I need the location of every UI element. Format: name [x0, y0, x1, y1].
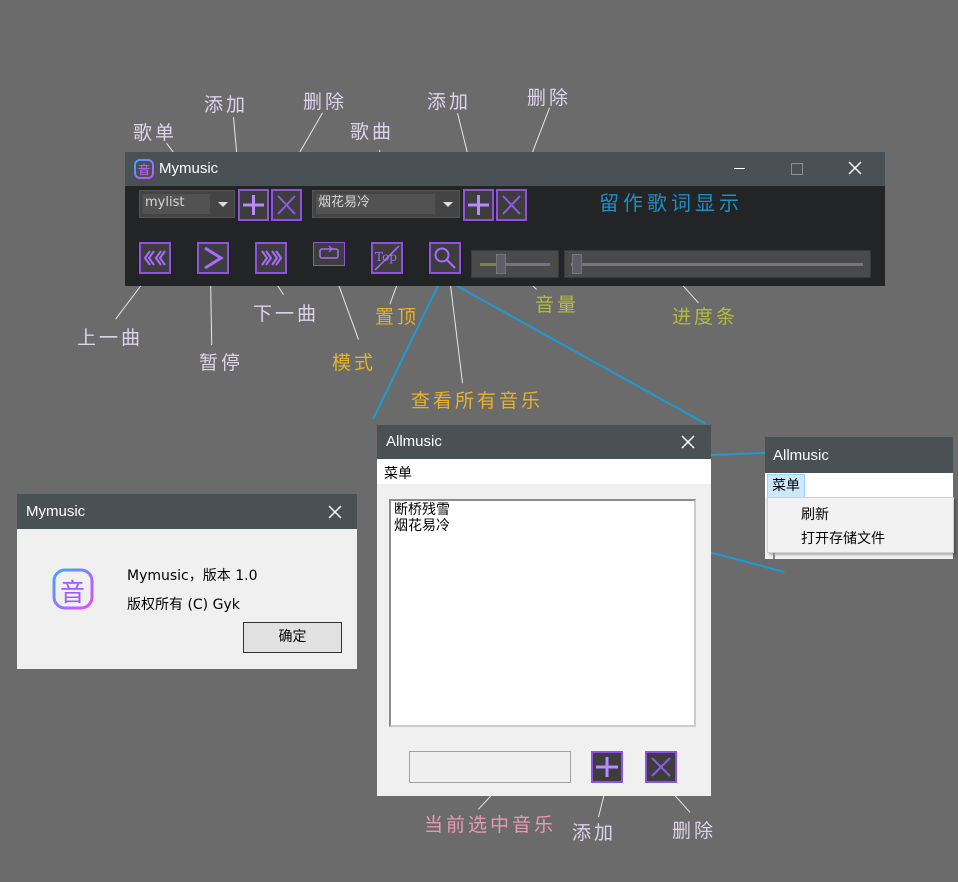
app-icon: 音 [52, 568, 94, 610]
annotation-pause: 暂停 [199, 352, 244, 374]
app-icon: 音 [134, 159, 154, 179]
annotation-prev: 上一曲 [77, 327, 144, 349]
window-title: Mymusic [159, 160, 219, 177]
close-button[interactable] [675, 429, 701, 455]
cross-icon [651, 757, 671, 777]
connector-line [115, 280, 145, 320]
progress-slider[interactable] [564, 250, 871, 278]
cross-icon [502, 195, 521, 215]
add-playlist-button[interactable] [238, 189, 269, 221]
annotation-song: 歌曲 [350, 121, 395, 143]
current-selected-field[interactable] [409, 751, 571, 783]
window-title: Allmusic [773, 447, 829, 464]
annotation-pin-top: 置顶 [375, 306, 420, 328]
menu-item-menu[interactable]: 菜单 [384, 463, 412, 483]
view-all-button[interactable] [429, 242, 461, 274]
menu-item-menu[interactable]: 菜单 [767, 474, 805, 498]
add-song-button[interactable] [463, 189, 494, 221]
song-combo[interactable]: 烟花易冷 [312, 190, 460, 218]
list-edge [773, 553, 775, 559]
delete-playlist-button[interactable] [271, 189, 302, 221]
annotation-add-playlist: 添加 [204, 94, 249, 116]
annotation-view-all: 查看所有音乐 [411, 390, 544, 412]
menu-item-open-storage[interactable]: 打开存储文件 [801, 528, 885, 548]
annotation-add-bottom: 添加 [572, 822, 617, 844]
ok-button[interactable]: 确定 [243, 622, 342, 653]
annotation-delete-bottom: 删除 [672, 820, 717, 842]
maximize-icon [791, 163, 803, 175]
menubar: 菜单 [377, 459, 711, 484]
chevron-down-icon[interactable] [212, 191, 234, 217]
volume-slider[interactable] [471, 250, 559, 278]
annotation-current-selected: 当前选中音乐 [424, 814, 557, 836]
plus-icon [468, 195, 489, 215]
close-icon [328, 505, 342, 519]
cross-icon [277, 195, 296, 215]
progress-thumb[interactable] [571, 254, 582, 274]
maximize-button[interactable] [785, 156, 809, 180]
menu-popup-window: Allmusic 菜单 刷新 打开存储文件 [765, 437, 954, 559]
window-title: Mymusic [26, 503, 86, 520]
annotation-add-song: 添加 [427, 91, 472, 113]
search-icon [434, 247, 456, 269]
rewind-icon [143, 250, 166, 266]
volume-thumb[interactable] [496, 254, 506, 274]
plus-icon [596, 757, 618, 777]
song-value: 烟花易冷 [316, 194, 435, 214]
annotation-progress: 进度条 [672, 306, 739, 328]
about-version: Mymusic，版本 1.0 [127, 568, 258, 584]
lyrics-area: 留作歌词显示 [599, 191, 743, 215]
close-button[interactable] [843, 156, 867, 180]
pause-button[interactable] [197, 242, 229, 274]
main-window: 音 Mymusic mylist 烟花易冷 留作歌词显示 Top [125, 152, 885, 286]
plus-icon [243, 195, 264, 215]
close-button[interactable] [322, 499, 348, 525]
about-copyright: 版权所有 (C) Gyk [127, 597, 240, 613]
popup-titlebar: Allmusic [765, 437, 953, 473]
allmusic-window: Allmusic 菜单 断桥残雪 烟花易冷 [377, 425, 711, 796]
next-button[interactable] [255, 242, 287, 274]
annotation-volume: 音量 [535, 294, 580, 316]
delete-song-button[interactable] [496, 189, 527, 221]
connector-line [449, 277, 464, 384]
annotation-next: 下一曲 [253, 303, 320, 325]
add-bottom-button[interactable] [591, 751, 623, 783]
minimize-icon [734, 168, 745, 169]
chevron-down-icon[interactable] [437, 191, 459, 217]
close-icon [681, 435, 695, 449]
about-dialog: Mymusic 音 Mymusic，版本 1.0 版权所有 (C) Gyk 确定 [17, 494, 357, 669]
annotation-delete-song: 删除 [527, 87, 572, 109]
annotation-delete-playlist: 删除 [303, 91, 348, 113]
pin-top-button[interactable]: Top [371, 242, 403, 274]
list-item[interactable]: 断桥残雪 [394, 502, 450, 518]
progress-track [571, 263, 863, 266]
window-title: Allmusic [386, 433, 442, 450]
repeat-icon [319, 245, 339, 259]
annotation-playlist: 歌单 [133, 122, 178, 144]
list-item[interactable]: 烟花易冷 [394, 518, 450, 534]
playlist-combo[interactable]: mylist [139, 190, 235, 218]
allmusic-titlebar: Allmusic [377, 425, 711, 459]
mode-button[interactable] [313, 242, 345, 266]
play-icon [204, 246, 224, 270]
menubar: 菜单 [765, 473, 953, 498]
fast-forward-icon [261, 250, 283, 266]
prev-button[interactable] [139, 242, 171, 274]
close-icon [848, 161, 862, 175]
dropdown-menu: 刷新 打开存储文件 [767, 497, 954, 553]
playlist-value: mylist [143, 194, 210, 214]
minimize-button[interactable] [728, 156, 752, 180]
song-list[interactable]: 断桥残雪 烟花易冷 [389, 499, 696, 727]
main-titlebar: 音 Mymusic [125, 152, 885, 186]
annotation-mode: 模式 [332, 352, 377, 374]
delete-bottom-button[interactable] [645, 751, 677, 783]
about-titlebar: Mymusic [17, 494, 357, 529]
menu-item-refresh[interactable]: 刷新 [801, 504, 829, 524]
